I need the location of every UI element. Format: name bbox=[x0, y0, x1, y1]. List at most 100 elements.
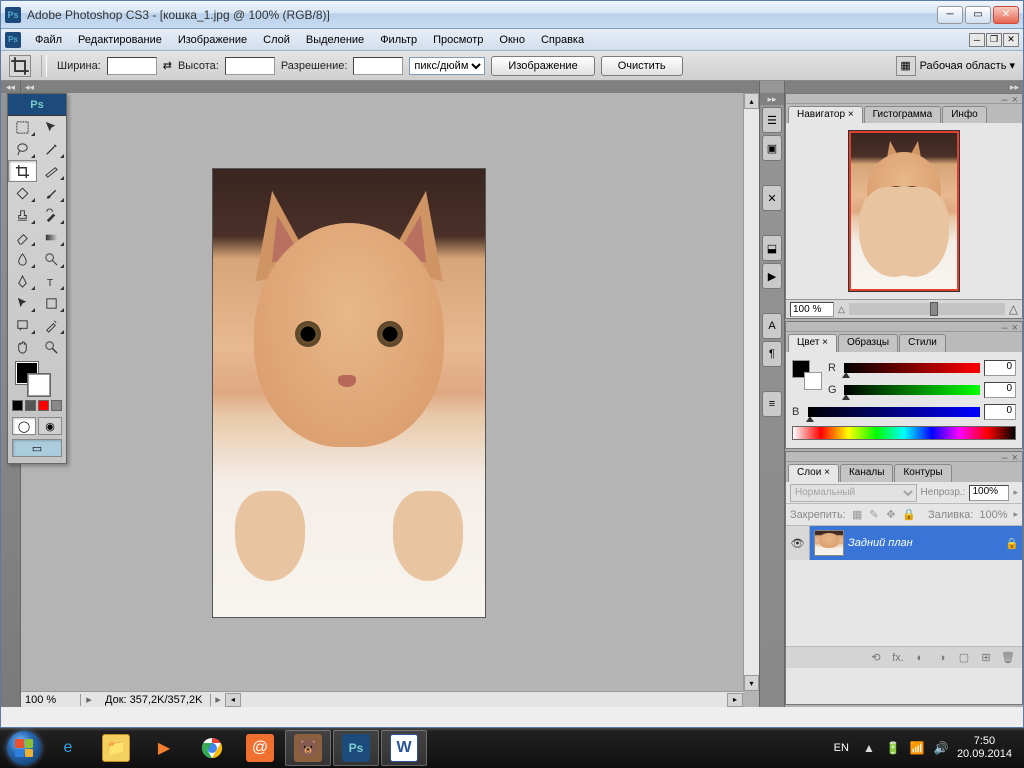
visibility-icon[interactable]: 👁 bbox=[786, 526, 810, 560]
panel-close-icon[interactable]: × bbox=[1012, 322, 1018, 331]
dock-paragraph-icon[interactable]: ¶ bbox=[762, 341, 782, 367]
vertical-scrollbar[interactable]: ▴ ▾ bbox=[743, 93, 759, 691]
doc-restore-button[interactable]: ❐ bbox=[986, 33, 1002, 47]
panel-close-icon[interactable]: × bbox=[1012, 94, 1018, 103]
opacity-value[interactable]: 100% bbox=[969, 485, 1009, 501]
tab-histogram[interactable]: Гистограмма bbox=[864, 106, 942, 123]
eyedropper-tool-icon[interactable] bbox=[37, 314, 66, 336]
notes-tool-icon[interactable] bbox=[8, 314, 37, 336]
maximize-button[interactable]: ▭ bbox=[965, 6, 991, 24]
lock-pixels-icon[interactable]: ✎ bbox=[869, 508, 880, 522]
collapse-doc-icon[interactable]: ◂◂ bbox=[21, 81, 759, 93]
quickmask-off-icon[interactable]: ◯ bbox=[12, 417, 36, 435]
mini-swatch[interactable] bbox=[38, 400, 49, 411]
panel-close-icon[interactable]: × bbox=[1012, 452, 1018, 461]
minimize-button[interactable]: ─ bbox=[937, 6, 963, 24]
dodge-tool-icon[interactable] bbox=[37, 248, 66, 270]
spectrum-bar[interactable] bbox=[792, 426, 1016, 440]
swap-icon[interactable]: ⇄ bbox=[163, 59, 172, 72]
move-tool-icon[interactable] bbox=[37, 116, 66, 138]
collapse-left-icon[interactable]: ◂◂ bbox=[1, 81, 20, 93]
r-slider[interactable] bbox=[844, 363, 980, 373]
clock[interactable]: 7:50 20.09.2014 bbox=[957, 735, 1012, 761]
wand-tool-icon[interactable] bbox=[37, 138, 66, 160]
brush-tool-icon[interactable] bbox=[37, 182, 66, 204]
lock-all-icon[interactable]: 🔒 bbox=[902, 508, 916, 522]
marquee-tool-icon[interactable] bbox=[8, 116, 37, 138]
zoom-in-icon[interactable]: △ bbox=[1009, 302, 1018, 316]
r-value[interactable]: 0 bbox=[984, 360, 1016, 376]
heal-tool-icon[interactable] bbox=[8, 182, 37, 204]
clear-button[interactable]: Очистить bbox=[601, 56, 683, 76]
tab-styles[interactable]: Стили bbox=[899, 334, 946, 352]
gradient-tool-icon[interactable] bbox=[37, 226, 66, 248]
nav-zoom-value[interactable]: 100 % bbox=[790, 302, 834, 317]
scroll-left-icon[interactable]: ◂ bbox=[225, 693, 241, 707]
taskbar-explorer-icon[interactable]: 📁 bbox=[93, 730, 139, 766]
pen-tool-icon[interactable] bbox=[8, 270, 37, 292]
tab-channels[interactable]: Каналы bbox=[840, 464, 894, 482]
panel-minimize-icon[interactable]: – bbox=[1001, 452, 1007, 461]
tab-info[interactable]: Инфо bbox=[942, 106, 987, 123]
language-indicator[interactable]: EN bbox=[830, 740, 853, 756]
panel-minimize-icon[interactable]: – bbox=[1001, 94, 1007, 103]
docinfo-icon[interactable]: ▸ bbox=[81, 693, 97, 706]
b-value[interactable]: 0 bbox=[984, 404, 1016, 420]
menu-select[interactable]: Выделение bbox=[298, 31, 372, 49]
zoom-out-icon[interactable]: △ bbox=[838, 304, 845, 315]
link-layers-icon[interactable]: ⟲ bbox=[868, 650, 884, 666]
lasso-tool-icon[interactable] bbox=[8, 138, 37, 160]
tab-paths[interactable]: Контуры bbox=[894, 464, 951, 482]
taskbar-photoshop-icon[interactable]: Ps bbox=[333, 730, 379, 766]
tab-color[interactable]: Цвет × bbox=[788, 334, 837, 352]
menu-filter[interactable]: Фильтр bbox=[372, 31, 425, 49]
tray-volume-icon[interactable]: 🔊 bbox=[933, 740, 949, 756]
document-canvas[interactable] bbox=[213, 169, 485, 617]
tab-swatches[interactable]: Образцы bbox=[838, 334, 898, 352]
zoom-tool-icon[interactable] bbox=[37, 336, 66, 358]
mini-swatch[interactable] bbox=[12, 400, 23, 411]
layer-name[interactable]: Задний план bbox=[848, 537, 1002, 549]
menu-help[interactable]: Справка bbox=[533, 31, 592, 49]
screenmode-standard-icon[interactable]: ▭ bbox=[12, 439, 62, 457]
g-slider[interactable] bbox=[844, 385, 980, 395]
color-swatches[interactable] bbox=[8, 358, 66, 400]
collapse-mid-icon[interactable]: ▸▸ bbox=[760, 93, 784, 105]
layer-row[interactable]: 👁 Задний план 🔒 bbox=[786, 526, 1022, 560]
crop-tool-icon[interactable] bbox=[9, 55, 31, 77]
mini-swatch[interactable] bbox=[25, 400, 36, 411]
layer-thumbnail[interactable] bbox=[814, 530, 844, 556]
color-swatch-pair[interactable] bbox=[792, 360, 822, 390]
blend-mode-select[interactable]: Нормальный bbox=[790, 484, 917, 502]
crop-tool-icon[interactable] bbox=[8, 160, 37, 182]
panel-minimize-icon[interactable]: – bbox=[1001, 322, 1007, 331]
dock-tool-presets-icon[interactable]: ✕ bbox=[762, 185, 782, 211]
b-slider[interactable] bbox=[808, 407, 980, 417]
units-select[interactable]: пикс/дюйм bbox=[409, 57, 485, 75]
background-swatch[interactable] bbox=[28, 374, 50, 396]
menu-view[interactable]: Просмотр bbox=[425, 31, 491, 49]
opacity-menu-icon[interactable]: ▸ bbox=[1013, 487, 1018, 498]
taskbar-mediaplayer-icon[interactable]: ▶ bbox=[141, 730, 187, 766]
scroll-down-icon[interactable]: ▾ bbox=[744, 675, 759, 691]
dock-layercomps-icon[interactable]: ⬓ bbox=[762, 235, 782, 261]
history-brush-tool-icon[interactable] bbox=[37, 204, 66, 226]
close-button[interactable]: ✕ bbox=[993, 6, 1019, 24]
start-button[interactable] bbox=[4, 728, 44, 768]
menu-image[interactable]: Изображение bbox=[170, 31, 255, 49]
workspace-icon[interactable]: ▦ bbox=[896, 56, 916, 76]
scroll-up-icon[interactable]: ▴ bbox=[744, 93, 759, 109]
collapse-right-icon[interactable]: ▸▸ bbox=[785, 81, 1023, 93]
blur-tool-icon[interactable] bbox=[8, 248, 37, 270]
width-input[interactable] bbox=[107, 57, 157, 75]
taskbar-mail-icon[interactable]: @ bbox=[237, 730, 283, 766]
lock-position-icon[interactable]: ✥ bbox=[885, 508, 896, 522]
dock-clone-icon[interactable]: ▣ bbox=[762, 135, 782, 161]
docinfo-menu-icon[interactable]: ▸ bbox=[211, 693, 225, 706]
hand-tool-icon[interactable] bbox=[8, 336, 37, 358]
slice-tool-icon[interactable] bbox=[37, 160, 66, 182]
zoom-value[interactable]: 100 % bbox=[21, 694, 81, 706]
shape-tool-icon[interactable] bbox=[37, 292, 66, 314]
tools-palette[interactable]: Ps T bbox=[7, 93, 67, 464]
fill-value[interactable]: 100% bbox=[979, 509, 1007, 521]
